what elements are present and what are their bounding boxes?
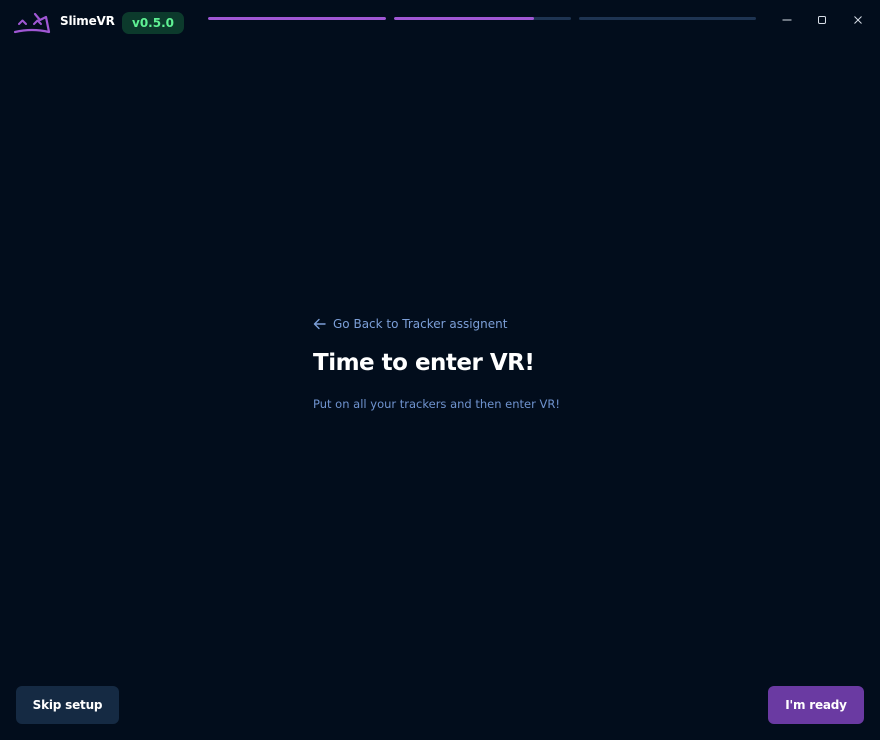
minimize-icon bbox=[782, 19, 792, 21]
progress-step-1 bbox=[208, 17, 386, 20]
progress-step-2-fill bbox=[394, 17, 534, 20]
back-link-label: Go Back to Tracker assignent bbox=[333, 317, 508, 331]
close-button[interactable] bbox=[846, 8, 870, 32]
skip-setup-button[interactable]: Skip setup bbox=[16, 686, 119, 724]
maximize-button[interactable] bbox=[810, 8, 834, 32]
title-bar[interactable]: SlimeVR v0.5.0 bbox=[0, 0, 880, 44]
slimevr-logo-icon bbox=[13, 12, 51, 34]
app-name: SlimeVR bbox=[60, 14, 115, 28]
progress-step-2 bbox=[394, 17, 571, 20]
main-content: Go Back to Tracker assignent Time to ent… bbox=[313, 316, 613, 412]
version-badge[interactable]: v0.5.0 bbox=[122, 12, 184, 34]
arrow-left-icon bbox=[313, 318, 326, 330]
maximize-icon bbox=[818, 16, 826, 24]
im-ready-button[interactable]: I'm ready bbox=[768, 686, 864, 724]
progress-step-3 bbox=[579, 17, 756, 20]
page-description: Put on all your trackers and then enter … bbox=[313, 397, 560, 411]
minimize-button[interactable] bbox=[775, 8, 799, 32]
back-to-tracker-assignment-link[interactable]: Go Back to Tracker assignent bbox=[313, 316, 613, 332]
progress-step-1-fill bbox=[208, 17, 386, 20]
page-title: Time to enter VR! bbox=[313, 350, 535, 376]
close-icon bbox=[854, 16, 862, 24]
app-window: SlimeVR v0.5.0 Go Back to Tracker assign… bbox=[0, 0, 880, 740]
